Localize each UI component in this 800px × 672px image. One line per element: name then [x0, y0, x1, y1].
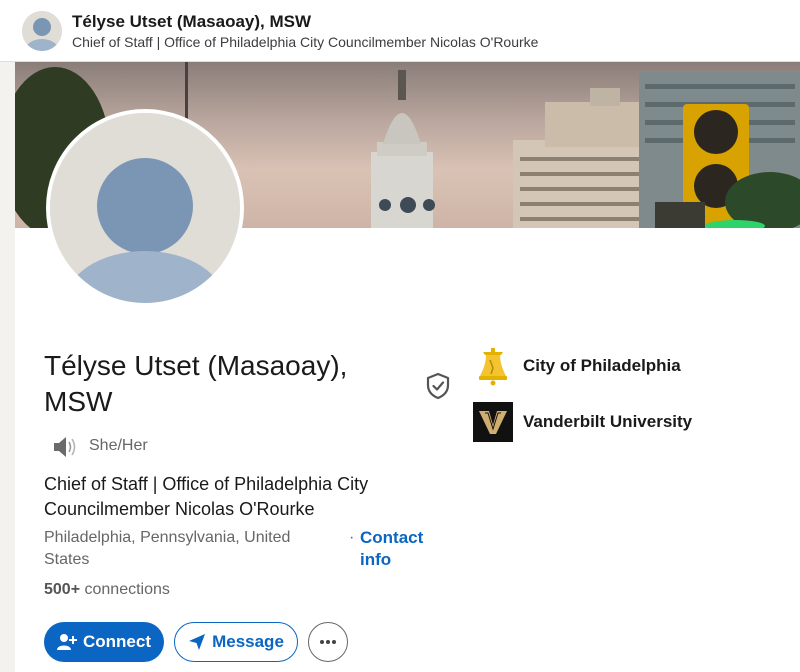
contact-info-link[interactable]: Contact info: [360, 527, 440, 571]
speaker-icon[interactable]: [51, 435, 77, 459]
profile-location: Philadelphia, Pennsylvania, United State…: [44, 529, 291, 568]
more-actions-button[interactable]: [308, 622, 348, 662]
connections-number: 500+: [44, 581, 81, 598]
profile-name: Télyse Utset (Masaoay), MSW: [44, 350, 348, 417]
location-separator: ·: [349, 529, 355, 546]
org-item-vanderbilt-university[interactable]: Vanderbilt University: [473, 402, 692, 442]
connect-button[interactable]: Connect: [44, 622, 164, 662]
profile-headline: Chief of Staff | Office of Philadelphia …: [44, 474, 369, 519]
header-name: Télyse Utset (Masaoay), MSW: [72, 12, 312, 31]
vanderbilt-v-logo: [473, 402, 513, 442]
org-item-city-of-philadelphia[interactable]: City of Philadelphia: [473, 346, 681, 386]
message-button[interactable]: Message: [174, 622, 298, 662]
header-headline: Chief of Staff | Office of Philadelphia …: [72, 34, 539, 50]
connections-count[interactable]: 500+ connections: [44, 581, 170, 599]
connections-label: connections: [84, 581, 170, 598]
connect-label: Connect: [83, 632, 151, 651]
liberty-bell-logo: [473, 346, 513, 386]
profile-photo[interactable]: [46, 109, 244, 307]
org-name: City of Philadelphia: [523, 356, 681, 375]
profile-card: Télyse Utset (Masaoay), MSW She/Her Chie…: [15, 62, 800, 672]
ellipsis-icon: [320, 640, 336, 644]
sticky-profile-header: Télyse Utset (Masaoay), MSW Chief of Sta…: [0, 0, 800, 62]
verified-shield-icon[interactable]: [425, 372, 451, 400]
org-name: Vanderbilt University: [523, 412, 693, 431]
message-label: Message: [212, 632, 284, 651]
pronouns-label: She/Her: [89, 437, 148, 454]
add-person-icon: [57, 634, 77, 650]
header-avatar[interactable]: [22, 11, 62, 51]
send-icon: [189, 634, 206, 650]
